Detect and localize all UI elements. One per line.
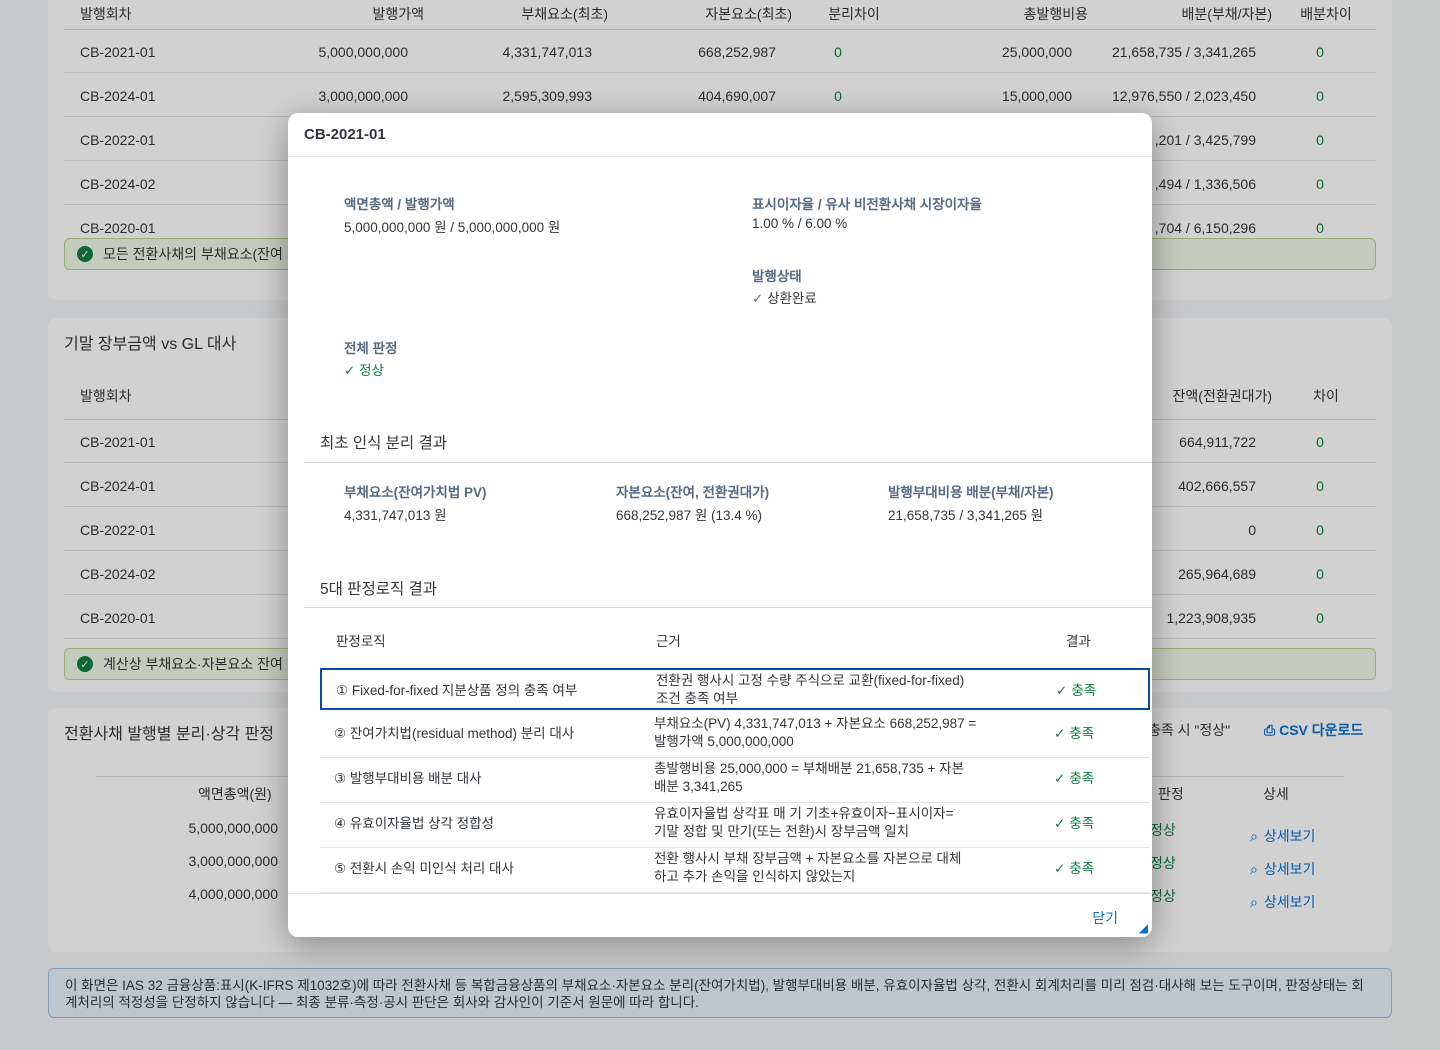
check-icon: ✓ <box>1054 726 1066 741</box>
liability-value: 4,331,747,013 원 <box>344 508 447 523</box>
logic-row[interactable]: ① Fixed-for-fixed 지분상품 정의 충족 여부 전환권 행사시 고… <box>320 668 1150 710</box>
logic-name: ② 잔여가치법(residual method) 분리 대사 <box>334 726 575 741</box>
logic-row[interactable]: ④ 유효이자율법 상각 정합성 유효이자율법 상각표 매 기 기초+유효이자−표시… <box>320 803 1150 848</box>
cost-allocation-value: 21,658,735 / 3,341,265 원 <box>888 508 1044 523</box>
issue-status-label: 발행상태 <box>752 269 802 284</box>
equity-value: 668,252,987 원 (13.4 %) <box>616 508 763 523</box>
logic-basis-line1: 총발행비용 25,000,000 = 부채배분 21,658,735 + 자본 <box>654 761 965 776</box>
logic-result-text: 충족 <box>1071 683 1097 698</box>
logic-basis-line2: 하고 추가 손익을 인식하지 않았는지 <box>654 869 856 884</box>
split-section-title: 최초 인식 분리 결과 <box>320 435 447 452</box>
logic-section-title: 5대 판정로직 결과 <box>320 581 438 598</box>
cost-allocation-label: 발행부대비용 배분(부채/자본) <box>888 485 1054 500</box>
logic-result: ✓ 충족 <box>1054 770 1094 788</box>
divider <box>304 462 1152 463</box>
interest-rate-label: 표시이자율 / 유사 비전환사채 시장이자율 <box>752 197 982 212</box>
check-icon: ✓ <box>1054 816 1066 831</box>
logic-result-text: 충족 <box>1069 726 1095 741</box>
check-icon: ✓ <box>1056 683 1068 698</box>
dialog-header: CB-2021-01 <box>288 113 1152 157</box>
logic-result: ✓ 충족 <box>1054 725 1094 743</box>
interest-rate-value: 1.00 % / 6.00 % <box>752 216 848 231</box>
col-header: 판정로직 <box>336 634 386 649</box>
logic-basis-line1: 부채요소(PV) 4,331,747,013 + 자본요소 668,252,98… <box>654 716 977 731</box>
check-icon: ✓ <box>1054 771 1066 786</box>
logic-basis-line2: 배분 3,341,265 <box>654 779 743 794</box>
dialog-body[interactable]: 액면총액 / 발행가액 5,000,000,000 원 / 5,000,000,… <box>288 157 1152 893</box>
logic-name: ④ 유효이자율법 상각 정합성 <box>334 816 494 831</box>
logic-basis-line1: 유효이자율법 상각표 매 기 기초+유효이자−표시이자= <box>654 806 954 821</box>
logic-basis-line2: 기말 정합 및 만기(또는 전환)시 장부금액 일치 <box>654 824 910 839</box>
detail-dialog: CB-2021-01 액면총액 / 발행가액 5,000,000,000 원 /… <box>288 113 1152 937</box>
check-icon: ✓ <box>1054 861 1066 876</box>
close-button[interactable]: 닫기 <box>1092 908 1118 928</box>
equity-label: 자본요소(잔여, 전환권대가) <box>616 485 770 500</box>
overall-judgment-value: ✓ 정상 <box>344 359 384 379</box>
overall-judgment-text: 정상 <box>359 363 384 378</box>
logic-basis-line2: 발행가액 5,000,000,000 <box>654 734 794 749</box>
logic-row[interactable]: ③ 발행부대비용 배분 대사 총발행비용 25,000,000 = 부채배분 21… <box>320 758 1150 803</box>
logic-basis-line1: 전환권 행사시 고정 수량 주식으로 교환(fixed-for-fixed) <box>656 673 965 688</box>
logic-basis-line2: 조건 충족 여부 <box>656 691 739 706</box>
dialog-footer: 닫기 ◢ <box>288 893 1152 937</box>
logic-name: ⑤ 전환시 손익 미인식 처리 대사 <box>334 861 514 876</box>
logic-row[interactable]: ⑤ 전환시 손익 미인식 처리 대사 전환 행사시 부채 장부금액 + 자본요소를… <box>320 848 1150 893</box>
logic-result: ✓ 충족 <box>1054 860 1094 878</box>
overall-judgment-label: 전체 판정 <box>344 341 398 356</box>
logic-name: ③ 발행부대비용 배분 대사 <box>334 771 482 786</box>
divider <box>304 607 1152 608</box>
resize-handle-icon[interactable]: ◢ <box>1139 921 1148 935</box>
issue-status-text: 상환완료 <box>767 291 817 306</box>
check-icon: ✓ <box>752 291 764 306</box>
liability-label: 부채요소(잔여가치법 PV) <box>344 485 487 500</box>
col-header: 결과 <box>1066 634 1091 649</box>
logic-result: ✓ 충족 <box>1054 815 1094 833</box>
logic-name: ① Fixed-for-fixed 지분상품 정의 충족 여부 <box>336 683 578 698</box>
check-icon: ✓ <box>344 363 356 378</box>
logic-basis-line1: 전환 행사시 부채 장부금액 + 자본요소를 자본으로 대체 <box>654 851 962 866</box>
issue-status-value: ✓ 상환완료 <box>752 287 817 307</box>
dialog-title: CB-2021-01 <box>304 126 386 143</box>
logic-result-text: 충족 <box>1069 816 1095 831</box>
logic-result-text: 충족 <box>1069 861 1095 876</box>
logic-result-text: 충족 <box>1069 771 1095 786</box>
col-header: 근거 <box>656 634 681 649</box>
logic-result: ✓ 충족 <box>1056 682 1096 700</box>
face-amount-label: 액면총액 / 발행가액 <box>344 197 455 212</box>
face-amount-value: 5,000,000,000 원 / 5,000,000,000 원 <box>344 220 561 235</box>
logic-row[interactable]: ② 잔여가치법(residual method) 분리 대사 부채요소(PV) 4… <box>320 713 1150 758</box>
